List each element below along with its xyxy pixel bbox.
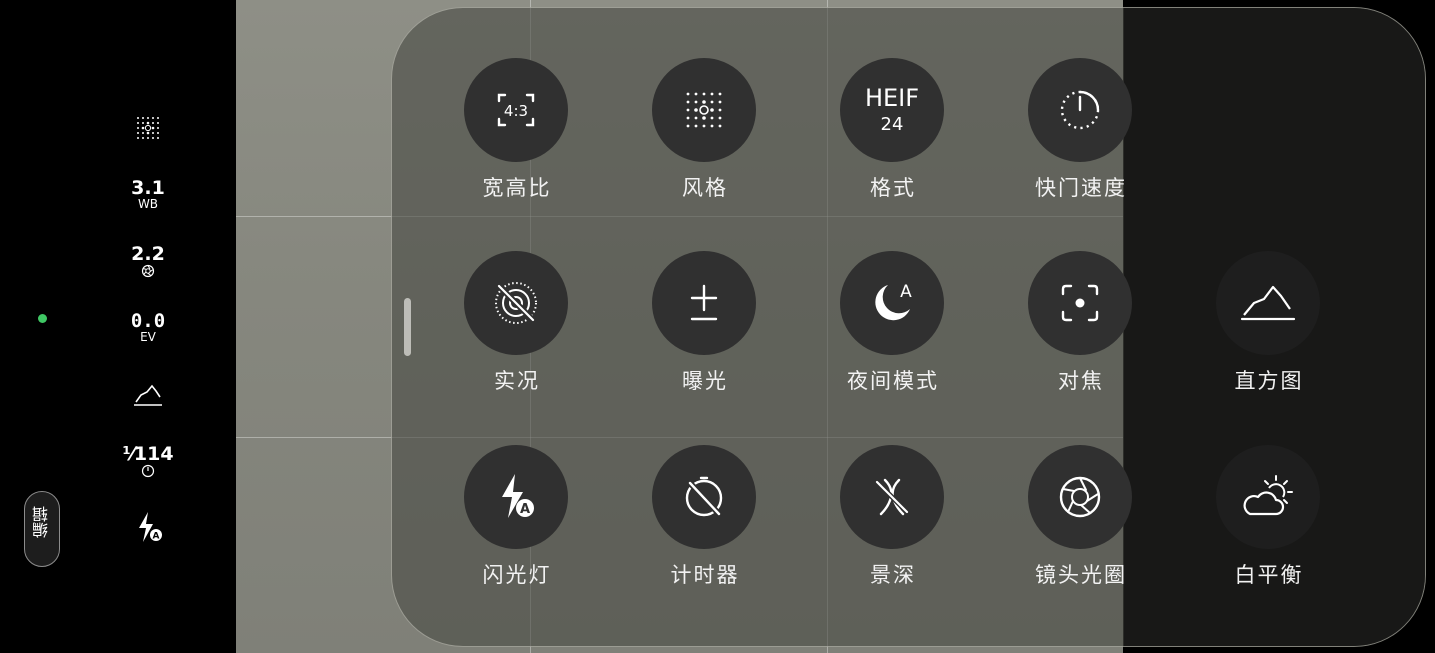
ev-value: 0.0: [130, 310, 166, 332]
ev-label: EV: [140, 330, 156, 344]
edit-label: 编辑: [32, 506, 51, 538]
shutter-readout[interactable]: ¹⁄114: [118, 444, 178, 478]
edit-button[interactable]: 编辑: [24, 491, 60, 567]
aperture-readout[interactable]: 2.2: [118, 244, 178, 278]
white-balance-tile[interactable]: 白平衡: [1194, 445, 1344, 595]
shutter-speed-tile[interactable]: 快门速度: [1006, 58, 1156, 208]
timer-tile[interactable]: 计时器: [630, 445, 780, 595]
aperture-value: 2.2: [131, 243, 165, 265]
aspect-ratio-tile[interactable]: 4:3 宽高比: [442, 58, 592, 208]
format-bit-depth: 24: [881, 114, 904, 135]
style-tile[interactable]: 风格: [630, 58, 780, 208]
shutter-speed-button[interactable]: [1028, 58, 1132, 162]
aspect-ratio-label: 宽高比: [482, 176, 552, 200]
shutter-value: ¹⁄114: [122, 443, 174, 465]
night-mode-tile[interactable]: A 夜间模式: [818, 251, 968, 401]
style-grid-icon: [137, 117, 159, 139]
shutter-small-icon: [141, 464, 155, 478]
exposure-button[interactable]: [652, 251, 756, 355]
depth-of-field-button[interactable]: [840, 445, 944, 549]
flash-auto-icon: A: [502, 474, 534, 518]
live-photo-off-icon: [495, 282, 537, 324]
focus-button[interactable]: [1028, 251, 1132, 355]
style-button[interactable]: [652, 58, 756, 162]
focus-icon: [1061, 284, 1099, 322]
flash-auto-small-icon: A: [139, 512, 162, 542]
aperture-button[interactable]: [1028, 445, 1132, 549]
live-photo-button[interactable]: [464, 251, 568, 355]
histogram-toggle[interactable]: [118, 382, 178, 408]
camera-settings-panel: 4:3 宽高比 风格 HEIF 24 格式 快门速度 实况 曝光 A 夜间模式 …: [391, 7, 1426, 647]
white-balance-readout[interactable]: 3.1 WB: [118, 178, 178, 211]
exposure-label: 曝光: [682, 369, 728, 393]
style-label: 风格: [682, 176, 728, 200]
format-heif-icon: HEIF 24: [865, 84, 919, 135]
histogram-tile[interactable]: 直方图: [1194, 251, 1344, 401]
histogram-small-icon: [134, 384, 162, 406]
white-balance-label: 白平衡: [1234, 563, 1304, 587]
depth-of-field-label: 景深: [870, 563, 916, 587]
aspect-ratio-text: 4:3: [504, 102, 528, 120]
focus-label: 对焦: [1058, 369, 1104, 393]
panel-drag-handle[interactable]: [404, 298, 411, 356]
format-label: 格式: [870, 176, 916, 200]
shutter-speed-label: 快门速度: [1035, 176, 1127, 200]
left-toolbar: 3.1 WB 2.2 0.0 EV ¹⁄114 A 编辑: [0, 0, 236, 653]
format-tile[interactable]: HEIF 24 格式: [818, 58, 968, 208]
histogram-label: 直方图: [1234, 369, 1304, 393]
white-balance-button[interactable]: [1216, 445, 1320, 549]
aperture-label: 镜头光圈: [1035, 563, 1127, 587]
flash-toggle[interactable]: A: [118, 509, 178, 545]
night-mode-label: 夜间模式: [847, 369, 939, 393]
exposure-readout[interactable]: 0.0 EV: [118, 311, 178, 344]
depth-of-field-icon: [875, 478, 909, 516]
night-mode-button[interactable]: A: [840, 251, 944, 355]
style-grid-icon: [686, 92, 722, 128]
histogram-icon: [1240, 285, 1296, 321]
live-photo-label: 实况: [494, 369, 540, 393]
flash-button[interactable]: A: [464, 445, 568, 549]
timer-off-icon: [685, 476, 723, 517]
aperture-icon: [1059, 476, 1101, 518]
aspect-ratio-icon: 4:3: [497, 93, 535, 127]
exposure-icon: [690, 284, 718, 321]
style-grid-indicator[interactable]: [118, 114, 178, 142]
timer-label: 计时器: [670, 563, 740, 587]
format-text: HEIF: [865, 84, 919, 112]
aspect-ratio-button[interactable]: 4:3: [464, 58, 568, 162]
aperture-tile[interactable]: 镜头光圈: [1006, 445, 1156, 595]
depth-of-field-tile[interactable]: 景深: [818, 445, 968, 595]
aperture-small-icon: [141, 264, 155, 278]
white-balance-icon: [1243, 475, 1293, 516]
live-photo-tile[interactable]: 实况: [442, 251, 592, 401]
histogram-button[interactable]: [1216, 251, 1320, 355]
flash-tile[interactable]: A 闪光灯: [442, 445, 592, 595]
focus-tile[interactable]: 对焦: [1006, 251, 1156, 401]
wb-label: WB: [137, 197, 159, 211]
night-mode-auto-text: A: [900, 282, 912, 302]
flash-label: 闪光灯: [482, 563, 552, 587]
format-button[interactable]: HEIF 24: [840, 58, 944, 162]
wb-value: 3.1: [131, 177, 165, 199]
status-dot: [38, 314, 47, 323]
shutter-speed-icon: [1060, 90, 1100, 130]
night-mode-icon: A: [875, 282, 912, 321]
exposure-tile[interactable]: 曝光: [630, 251, 780, 401]
timer-button[interactable]: [652, 445, 756, 549]
svg-text:A: A: [520, 502, 530, 517]
svg-text:A: A: [153, 532, 160, 542]
